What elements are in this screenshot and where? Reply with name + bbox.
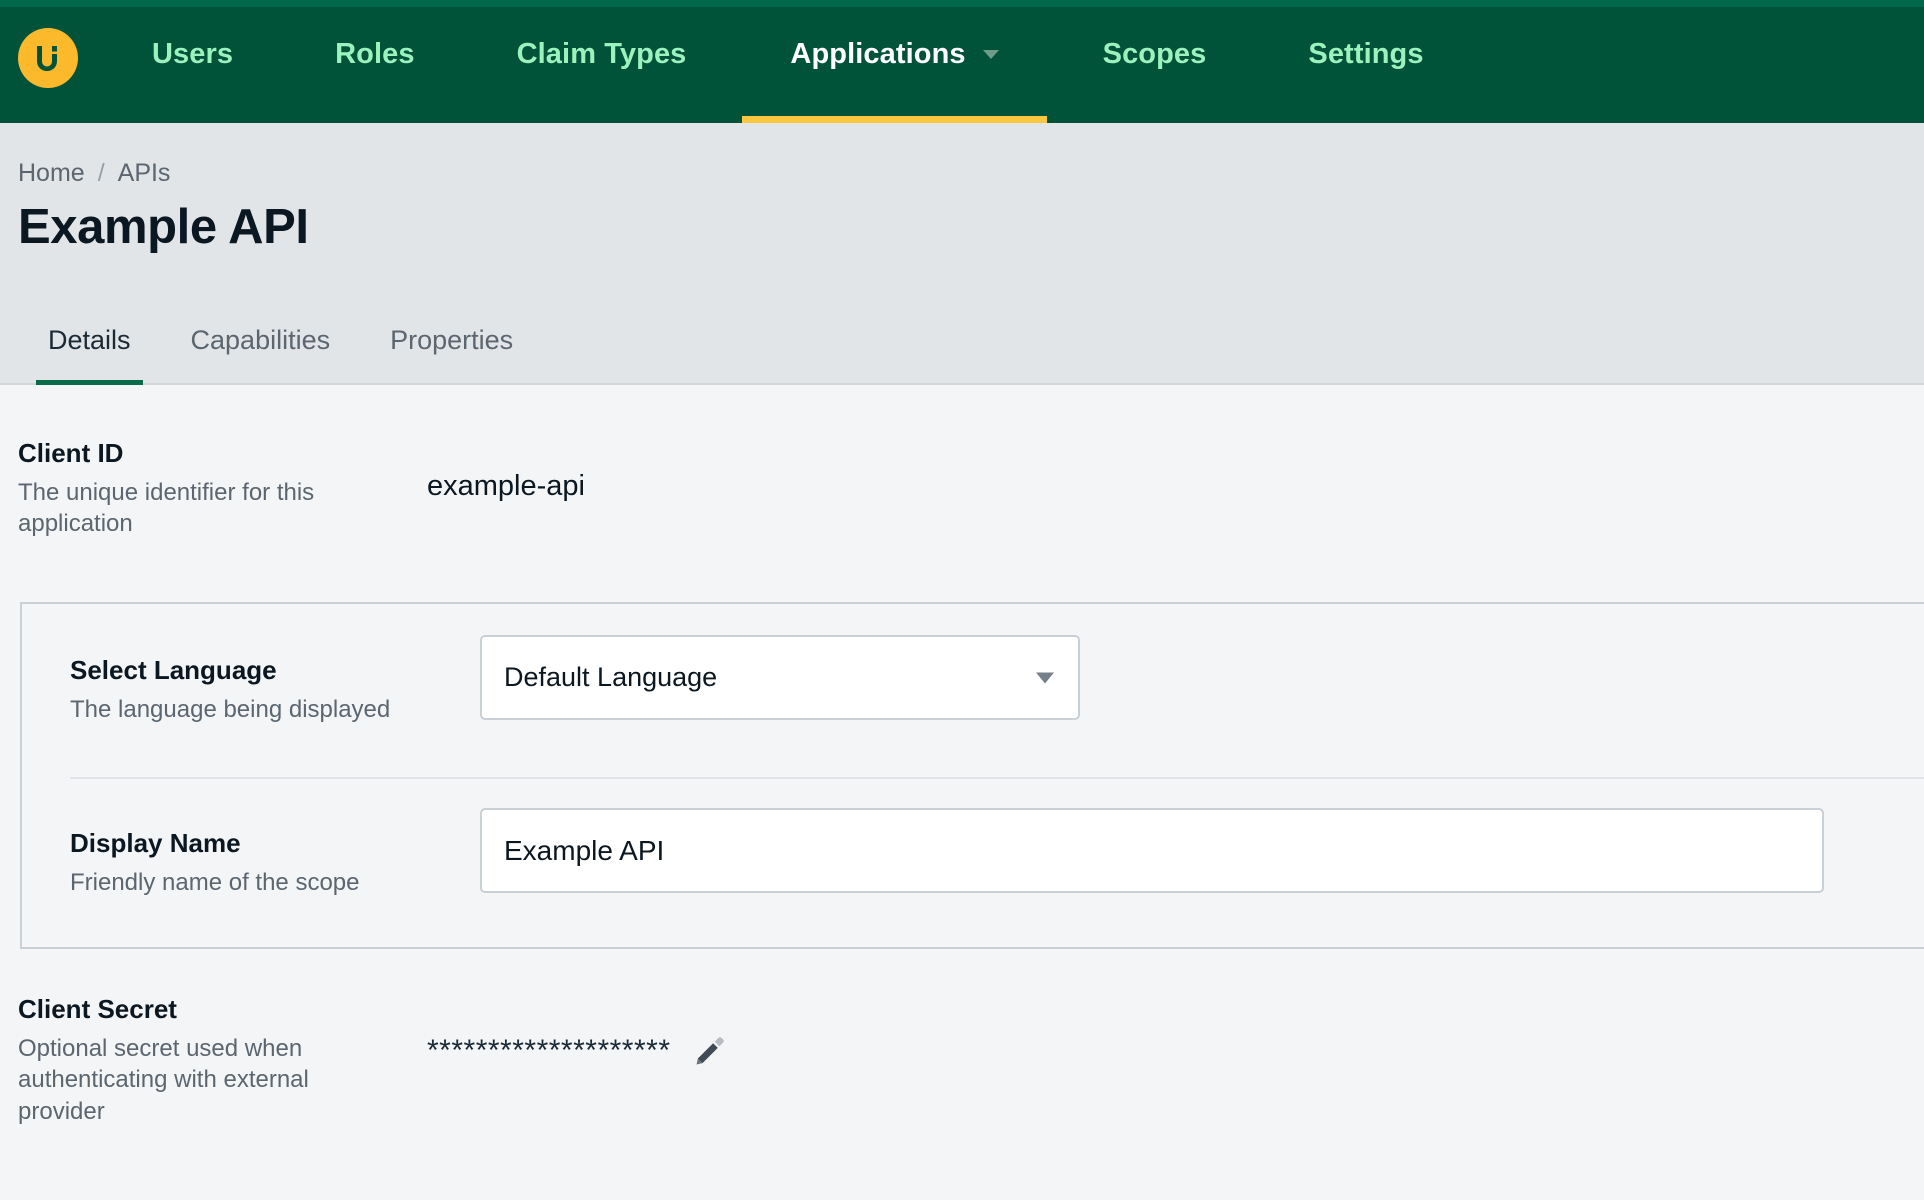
nav-item-label: Settings — [1308, 37, 1424, 70]
nav-item-label: Users — [152, 37, 234, 70]
brand-logo[interactable] — [18, 28, 78, 88]
select-language-label: Select Language — [70, 655, 277, 685]
display-name-value: Example API — [504, 834, 665, 866]
client-secret-description: Optional secret used when authenticating… — [18, 1034, 309, 1125]
display-name-row: Display Name Friendly name of the scope … — [22, 777, 1924, 950]
select-language-row: Select Language The language being displ… — [22, 604, 1924, 777]
display-name-label: Display Name — [70, 828, 241, 858]
client-secret-value-group: ******************** — [427, 1034, 727, 1068]
breadcrumb-home[interactable]: Home — [18, 161, 85, 186]
language-settings-panel: Select Language The language being displ… — [20, 602, 1924, 949]
nav-links: Users Roles Claim Types Applications Sco… — [118, 7, 1458, 123]
nav-item-scopes[interactable]: Scopes — [1069, 7, 1241, 123]
breadcrumb-separator: / — [97, 159, 105, 187]
client-secret-masked-value: ******************** — [427, 1034, 671, 1067]
client-id-description: The unique identifier for this applicati… — [18, 478, 315, 538]
details-panel: Client ID The unique identifier for this… — [0, 385, 1924, 1200]
display-name-description: Friendly name of the scope — [70, 868, 360, 896]
nav-item-users[interactable]: Users — [118, 7, 267, 123]
language-select-value: Default Language — [504, 662, 718, 692]
page-title: Example API — [18, 200, 309, 254]
nav-item-label: Scopes — [1102, 37, 1207, 70]
breadcrumb-apis[interactable]: APIs — [118, 161, 171, 186]
nav-item-roles[interactable]: Roles — [301, 7, 448, 123]
client-id-row: Client ID The unique identifier for this… — [0, 385, 1924, 540]
nav-active-underline — [742, 116, 1047, 123]
top-navigation-bar: Users Roles Claim Types Applications Sco… — [0, 0, 1924, 123]
nav-item-label: Claim Types — [516, 37, 687, 70]
nav-item-label: Applications — [790, 37, 966, 70]
tab-label: Capabilities — [190, 325, 331, 355]
pencil-edit-icon[interactable] — [693, 1034, 727, 1068]
select-language-description: The language being displayed — [70, 695, 391, 723]
language-select[interactable]: Default Language — [480, 635, 1080, 720]
nav-item-applications[interactable]: Applications — [742, 7, 1047, 123]
tab-capabilities[interactable]: Capabilities — [161, 309, 361, 385]
client-secret-row: Client Secret Optional secret used when … — [0, 993, 1924, 1173]
tab-bar: Details Capabilities Properties — [0, 309, 1924, 385]
chevron-down-icon — [982, 49, 999, 59]
nav-item-claim-types[interactable]: Claim Types — [483, 7, 721, 123]
tab-details[interactable]: Details — [18, 309, 161, 385]
page-header: Home / APIs Example API Details Capabili… — [0, 123, 1924, 385]
nav-item-settings[interactable]: Settings — [1274, 7, 1457, 123]
tab-label: Details — [48, 325, 131, 355]
nav-item-label: Roles — [335, 37, 415, 70]
tab-properties[interactable]: Properties — [360, 309, 543, 385]
breadcrumb: Home / APIs — [18, 161, 170, 186]
display-name-input[interactable]: Example API — [480, 808, 1824, 893]
client-id-value: example-api — [427, 470, 585, 502]
client-id-label-group: Client ID The unique identifier for this… — [18, 437, 348, 540]
client-secret-label: Client Secret — [18, 994, 177, 1024]
client-id-label: Client ID — [18, 438, 124, 468]
client-secret-label-group: Client Secret Optional secret used when … — [18, 993, 348, 1128]
select-language-label-group: Select Language The language being displ… — [70, 654, 460, 725]
display-name-label-group: Display Name Friendly name of the scope — [70, 827, 460, 898]
brand-u-logo-icon — [31, 41, 65, 75]
tab-label: Properties — [390, 325, 514, 355]
chevron-down-icon — [1036, 672, 1054, 683]
